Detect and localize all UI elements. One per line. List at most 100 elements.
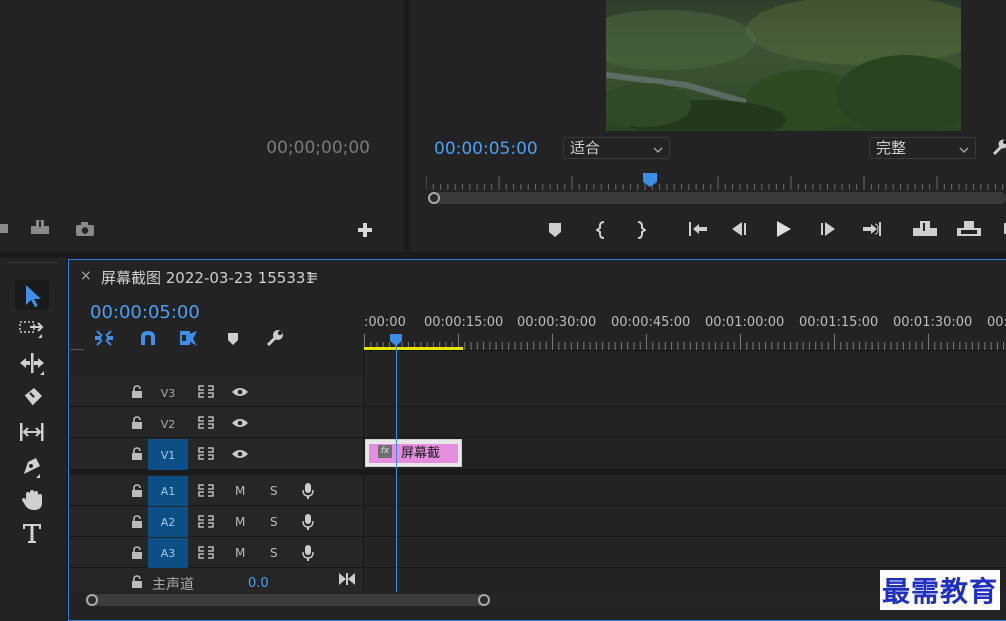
- overwrite-icon[interactable]: [29, 219, 51, 235]
- play-icon[interactable]: [775, 220, 793, 238]
- zoom-handle-right[interactable]: [478, 594, 490, 606]
- mark-out-icon[interactable]: [636, 221, 646, 239]
- track-label-v2[interactable]: V2: [148, 417, 188, 433]
- sync-lock-icon[interactable]: [198, 416, 214, 429]
- lock-icon[interactable]: [131, 484, 143, 498]
- overwrite-program-icon[interactable]: [956, 219, 982, 237]
- microphone-icon[interactable]: [302, 482, 314, 500]
- source-monitor-panel: 00;00;00;00: [0, 0, 404, 252]
- lock-icon[interactable]: [131, 447, 143, 461]
- solo-button[interactable]: S: [270, 515, 278, 529]
- export-frame-partial-icon[interactable]: [0, 221, 10, 235]
- track-label-v1[interactable]: V1: [148, 439, 188, 470]
- hand-tool-icon[interactable]: [20, 488, 44, 512]
- nest-toggle-icon[interactable]: [94, 329, 114, 347]
- track-label-v3[interactable]: V3: [148, 386, 188, 402]
- track-header: [70, 407, 363, 437]
- mute-button[interactable]: M: [235, 546, 245, 560]
- add-marker-timeline-icon[interactable]: [227, 332, 239, 346]
- lock-icon[interactable]: [131, 385, 143, 399]
- track-header: [70, 506, 363, 536]
- lock-icon[interactable]: [131, 546, 143, 560]
- lock-icon[interactable]: [131, 575, 143, 589]
- master-volume-value[interactable]: 0.0: [248, 576, 269, 591]
- pen-tool-icon[interactable]: [20, 454, 44, 478]
- track-row-master: [70, 568, 1006, 592]
- ruler-label: 00:0: [987, 315, 1006, 330]
- ruler-label: 00:00:15:00: [424, 315, 504, 330]
- razor-tool-icon[interactable]: [20, 386, 44, 410]
- slip-tool-icon[interactable]: [18, 421, 46, 443]
- tools-panel: [0, 258, 66, 621]
- sync-lock-icon[interactable]: [198, 515, 214, 528]
- microphone-icon[interactable]: [302, 544, 314, 562]
- go-to-in-icon[interactable]: [687, 221, 709, 237]
- header-divider: [70, 349, 84, 350]
- add-marker-icon[interactable]: [548, 222, 562, 238]
- snap-magnet-icon[interactable]: [139, 330, 157, 346]
- eye-icon[interactable]: [231, 387, 249, 397]
- track-label-a2[interactable]: A2: [148, 507, 188, 537]
- timeline-zoom-thumb[interactable]: [86, 594, 490, 606]
- master-track-label: 主声道: [152, 577, 194, 593]
- sync-lock-icon[interactable]: [198, 546, 214, 559]
- sync-lock-icon[interactable]: [198, 385, 214, 398]
- step-forward-icon[interactable]: [819, 221, 837, 237]
- linked-selection-icon[interactable]: [179, 329, 199, 347]
- camera-icon[interactable]: [75, 222, 95, 236]
- ruler-label: 00:00:30:00: [517, 315, 597, 330]
- mute-button[interactable]: M: [235, 484, 245, 498]
- timeline-close-button[interactable]: ×: [80, 268, 92, 284]
- clip-name: 屏幕截: [401, 446, 441, 461]
- program-zoom-scrollbar[interactable]: [428, 192, 1006, 204]
- mute-button[interactable]: M: [235, 515, 245, 529]
- add-button-icon[interactable]: [357, 222, 373, 238]
- quality-select[interactable]: 完整: [869, 137, 976, 159]
- ruler-label: 00:01:15:00: [799, 315, 879, 330]
- step-back-icon[interactable]: [730, 221, 748, 237]
- lock-icon[interactable]: [131, 515, 143, 529]
- chevron-down-icon: [959, 138, 969, 158]
- sync-lock-icon[interactable]: [198, 447, 214, 460]
- go-to-out-icon[interactable]: [861, 221, 883, 237]
- quality-select-value: 完整: [876, 139, 907, 157]
- timeline-sequence-tab[interactable]: 屏幕截图 2022-03-23 155331: [101, 267, 315, 288]
- fx-badge[interactable]: fx: [378, 445, 392, 458]
- fit-select[interactable]: 适合: [563, 137, 670, 159]
- program-playhead[interactable]: [642, 172, 658, 188]
- source-timecode[interactable]: 00;00;00;00: [266, 138, 370, 158]
- lock-icon[interactable]: [131, 416, 143, 430]
- ruler-label: 00:01:30:00: [893, 315, 973, 330]
- go-to-edit-point-icon[interactable]: [338, 572, 356, 586]
- zoom-handle-left[interactable]: [428, 192, 440, 204]
- timeline-panel-menu[interactable]: ≡: [306, 267, 319, 285]
- video-clip[interactable]: fx 屏幕截: [365, 439, 462, 467]
- solo-button[interactable]: S: [270, 546, 278, 560]
- program-video-frame[interactable]: [606, 0, 961, 131]
- track-label-a1[interactable]: A1: [148, 476, 188, 506]
- ruler-label: 00:00:45:00: [611, 315, 691, 330]
- selection-tool-button[interactable]: [15, 280, 49, 310]
- fit-select-value: 适合: [570, 139, 601, 157]
- eye-icon[interactable]: [231, 449, 249, 459]
- track-header: [70, 438, 363, 469]
- track-label-a3[interactable]: A3: [148, 538, 188, 568]
- tools-panel-grip: [8, 262, 58, 263]
- timeline-timecode[interactable]: 00:00:05:00: [90, 302, 200, 323]
- export-frame-partial-icon-right[interactable]: [1002, 221, 1006, 235]
- zoom-handle-left[interactable]: [86, 594, 98, 606]
- track-select-tool-icon[interactable]: [18, 318, 46, 340]
- type-tool-icon[interactable]: [21, 522, 43, 544]
- mark-in-icon[interactable]: [596, 221, 606, 239]
- ripple-edit-tool-icon[interactable]: [18, 351, 46, 375]
- microphone-icon[interactable]: [302, 513, 314, 531]
- program-mini-ruler[interactable]: [426, 174, 1006, 192]
- sync-lock-icon[interactable]: [198, 484, 214, 497]
- timeline-settings-wrench-icon[interactable]: [266, 329, 284, 347]
- solo-button[interactable]: S: [270, 484, 278, 498]
- wrench-icon[interactable]: [992, 138, 1006, 156]
- playhead-handle[interactable]: [389, 333, 403, 347]
- insert-icon[interactable]: [912, 219, 938, 237]
- eye-icon[interactable]: [231, 418, 249, 428]
- program-timecode[interactable]: 00:00:05:00: [434, 139, 538, 159]
